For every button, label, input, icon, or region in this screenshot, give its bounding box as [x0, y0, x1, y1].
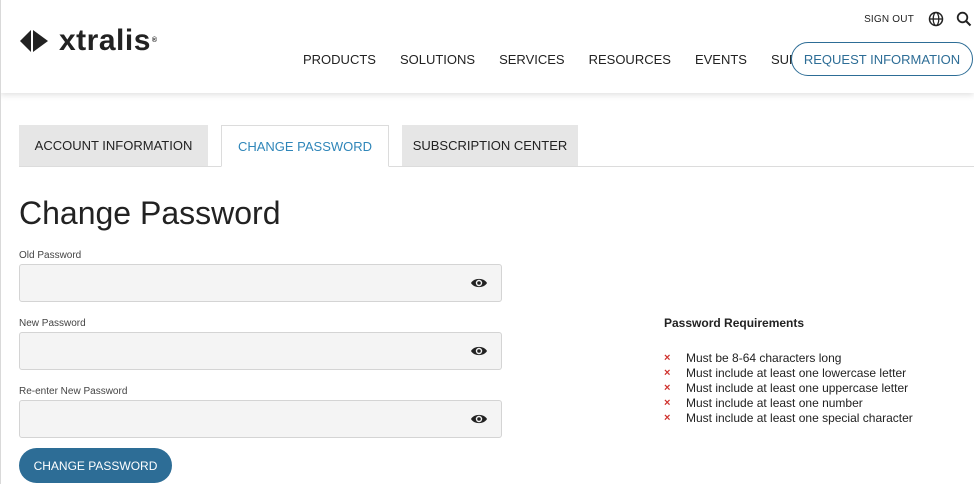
logo-text: xtralis® [59, 24, 158, 57]
nav-products[interactable]: PRODUCTS [303, 52, 376, 67]
old-password-field [19, 264, 502, 302]
tab-account-information[interactable]: ACCOUNT INFORMATION [19, 125, 208, 166]
unmet-x-icon: × [664, 396, 671, 409]
requirement-item: × Must include at least one special char… [664, 410, 913, 425]
request-information-button[interactable]: REQUEST INFORMATION [791, 42, 973, 76]
eye-icon[interactable] [470, 276, 488, 290]
logo-mark-icon [20, 30, 48, 52]
reenter-password-label: Re-enter New Password [19, 386, 128, 397]
new-password-input[interactable] [20, 333, 460, 369]
utility-bar: SIGN OUT [864, 10, 974, 28]
unmet-x-icon: × [664, 366, 671, 379]
reenter-password-field [19, 400, 502, 438]
requirement-item: × Must include at least one lowercase le… [664, 365, 907, 380]
old-password-input[interactable] [20, 265, 460, 301]
tab-subscription-center[interactable]: SUBSCRIPTION CENTER [402, 125, 578, 166]
new-password-field [19, 332, 502, 370]
tab-change-password[interactable]: CHANGE PASSWORD [221, 125, 389, 167]
unmet-x-icon: × [664, 351, 671, 364]
nav-services[interactable]: SERVICES [499, 52, 565, 67]
search-icon[interactable] [956, 11, 972, 27]
requirements-title: Password Requirements [664, 316, 805, 330]
change-password-button[interactable]: CHANGE PASSWORD [19, 448, 172, 483]
eye-icon[interactable] [470, 412, 488, 426]
unmet-x-icon: × [664, 411, 671, 424]
nav-events[interactable]: EVENTS [695, 52, 747, 67]
account-tabs: ACCOUNT INFORMATION CHANGE PASSWORD SUBS… [19, 125, 974, 167]
nav-resources[interactable]: RESOURCES [589, 52, 671, 67]
requirement-item: × Must include at least one number [664, 395, 863, 410]
old-password-label: Old Password [19, 250, 82, 261]
page-title: Change Password [19, 195, 281, 231]
reenter-password-input[interactable] [20, 401, 460, 437]
site-header: xtralis® SIGN OUT PRODUCTS SOLUTIONS SER… [0, 0, 974, 93]
main-nav: PRODUCTS SOLUTIONS SERVICES RESOURCES EV… [303, 52, 858, 67]
unmet-x-icon: × [664, 381, 671, 394]
globe-icon[interactable] [928, 11, 944, 27]
requirement-item: × Must include at least one uppercase le… [664, 380, 909, 395]
password-requirements: Password Requirements × Must be 8-64 cha… [664, 316, 913, 425]
sign-out-link[interactable]: SIGN OUT [864, 14, 914, 25]
new-password-label: New Password [19, 318, 86, 329]
requirement-item: × Must be 8-64 characters long [664, 350, 842, 365]
eye-icon[interactable] [470, 344, 488, 358]
nav-solutions[interactable]: SOLUTIONS [400, 52, 475, 67]
xtralis-logo[interactable]: xtralis® [19, 26, 158, 56]
